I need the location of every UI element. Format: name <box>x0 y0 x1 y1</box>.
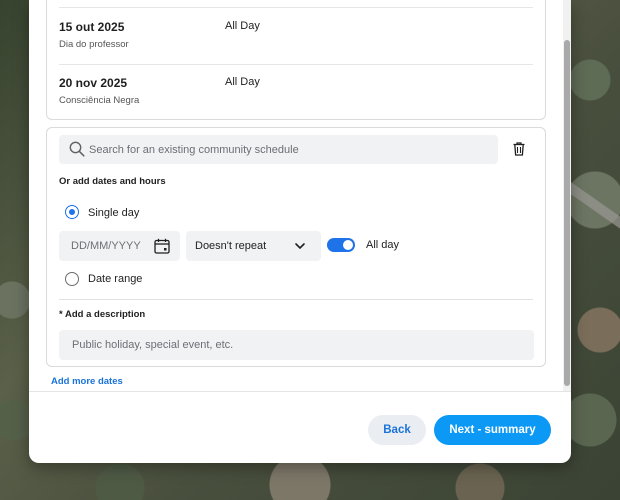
single-day-label[interactable]: Single day <box>88 207 139 219</box>
date-range-radio[interactable] <box>65 272 79 286</box>
date-row-time: All Day <box>225 76 260 88</box>
search-icon <box>69 141 85 157</box>
repeat-select[interactable]: Doesn't repeat <box>186 231 321 261</box>
date-row: 15 out 2025 Dia do professor All Day <box>59 8 533 64</box>
trash-icon[interactable] <box>511 141 527 157</box>
chevron-down-icon <box>295 243 305 250</box>
date-input[interactable] <box>59 231 151 261</box>
next-summary-button[interactable]: Next - summary <box>434 415 551 445</box>
schedule-modal: 15 out 2025 Dia do professor All Day 20 … <box>29 0 571 463</box>
date-row-date: 20 nov 2025 <box>59 76 128 90</box>
existing-dates-card: 15 out 2025 Dia do professor All Day 20 … <box>46 0 546 120</box>
description-label: * Add a description <box>59 309 146 320</box>
date-field[interactable] <box>59 231 180 261</box>
section-divider <box>59 299 533 300</box>
date-row-date: 15 out 2025 <box>59 20 125 34</box>
date-row-time: All Day <box>225 20 260 32</box>
schedule-search[interactable] <box>59 135 498 164</box>
single-day-radio[interactable] <box>65 205 79 219</box>
description-field[interactable] <box>59 330 534 360</box>
modal-scroll-area: 15 out 2025 Dia do professor All Day 20 … <box>29 0 571 392</box>
footer-divider <box>29 391 571 392</box>
scrollbar[interactable] <box>563 0 571 392</box>
date-row-name: Dia do professor <box>59 39 129 50</box>
description-input[interactable] <box>59 330 534 360</box>
date-row: 20 nov 2025 Consciência Negra All Day <box>59 64 533 120</box>
search-input[interactable] <box>89 135 489 164</box>
repeat-select-value: Doesn't repeat <box>195 240 267 252</box>
add-more-dates-link[interactable]: Add more dates <box>51 376 123 387</box>
date-row-name: Consciência Negra <box>59 95 140 106</box>
add-dates-section-label: Or add dates and hours <box>59 176 166 187</box>
add-date-card: Or add dates and hours Single day Doesn'… <box>46 127 546 367</box>
all-day-label: All day <box>366 239 400 251</box>
scrollbar-thumb[interactable] <box>564 40 570 386</box>
back-button[interactable]: Back <box>368 415 426 445</box>
date-range-label[interactable]: Date range <box>88 273 142 285</box>
calendar-icon[interactable] <box>153 237 171 255</box>
all-day-toggle[interactable] <box>327 238 355 252</box>
